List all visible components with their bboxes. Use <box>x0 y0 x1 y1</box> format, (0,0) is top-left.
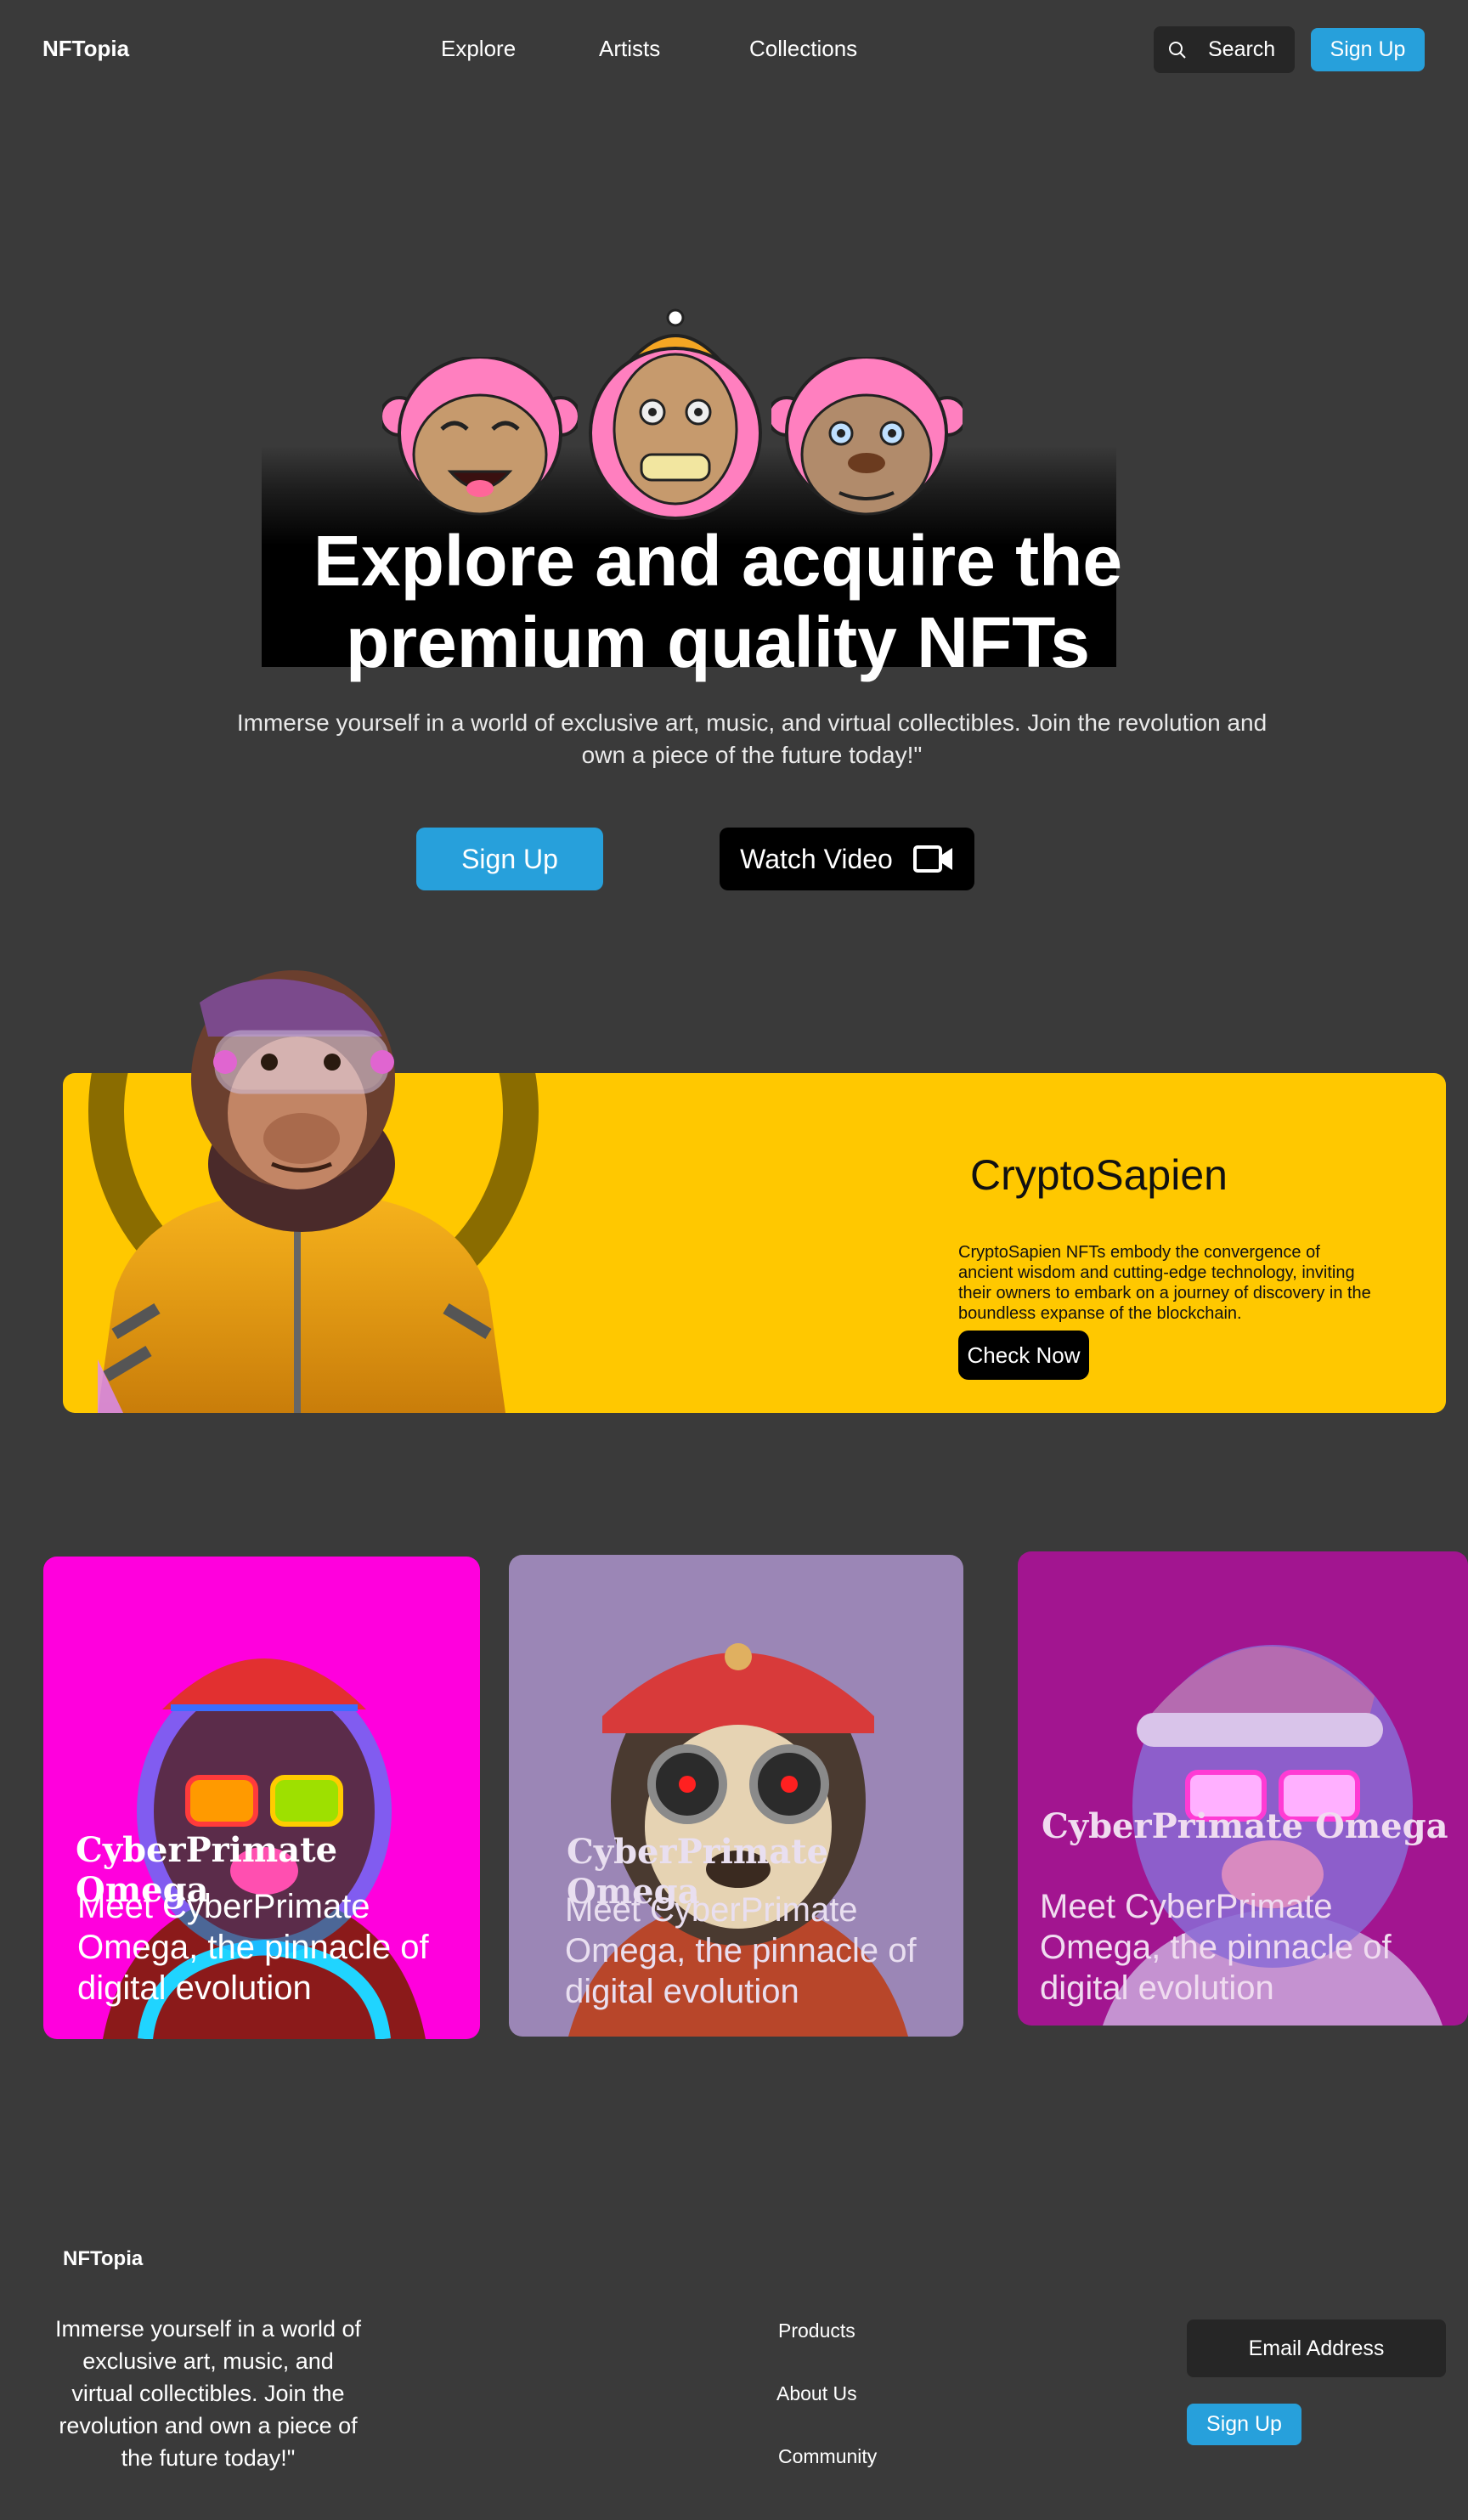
footer-logo[interactable]: NFTopia <box>63 2247 143 2271</box>
nft-card-1[interactable]: CyberPrimate Omega Meet CyberPrimate Ome… <box>43 1557 480 2039</box>
nav-link-collections[interactable]: Collections <box>749 36 857 62</box>
footer-text: Immerse yourself in a world of exclusive… <box>54 2316 362 2471</box>
hero-title: Explore and acquire the premium quality … <box>255 520 1181 683</box>
monkey-grinning-image <box>589 308 762 520</box>
card-title: CyberPrimate Omega <box>1042 1806 1448 1846</box>
nav-signup-button[interactable]: Sign Up <box>1311 28 1425 71</box>
nft-card-2[interactable]: CyberPrimate Omega Meet CyberPrimate Ome… <box>509 1555 963 2037</box>
footer-link-products[interactable]: Products <box>778 2319 855 2342</box>
watch-video-button[interactable]: Watch Video <box>720 828 974 890</box>
watch-video-label: Watch Video <box>740 843 893 874</box>
email-field[interactable]: Email Address <box>1187 2319 1446 2377</box>
video-camera-icon <box>912 845 952 873</box>
check-now-button[interactable]: Check Now <box>958 1331 1089 1380</box>
feature-description: CryptoSapien NFTs embody the convergence… <box>958 1243 1371 1323</box>
search-icon <box>1169 41 1186 59</box>
search-button[interactable]: Search <box>1154 26 1295 73</box>
cryptosapien-ape-image <box>98 970 505 1413</box>
hero-signup-button[interactable]: Sign Up <box>416 828 603 890</box>
nft-card-3[interactable]: CyberPrimate Omega Meet CyberPrimate Ome… <box>1018 1551 1468 2026</box>
monkey-laughing-image <box>382 357 578 516</box>
hero-subtitle: Immerse yourself in a world of exclusive… <box>236 709 1268 768</box>
footer-link-community[interactable]: Community <box>778 2445 877 2468</box>
card-description: Meet CyberPrimate Omega, the pinnacle of… <box>1040 1888 1392 2007</box>
monkey-staring-image <box>771 357 963 516</box>
card-description: Meet CyberPrimate Omega, the pinnacle of… <box>77 1888 429 2007</box>
hero-title-line-1: Explore and acquire the <box>313 521 1123 601</box>
footer-link-about-us[interactable]: About Us <box>776 2382 857 2405</box>
nav-link-explore[interactable]: Explore <box>441 36 516 62</box>
site-logo[interactable]: NFTopia <box>42 36 129 62</box>
card-description: Meet CyberPrimate Omega, the pinnacle of… <box>565 1891 917 2010</box>
footer-signup-button[interactable]: Sign Up <box>1187 2404 1301 2445</box>
feature-title: CryptoSapien <box>970 1151 1228 1199</box>
hero-title-line-2: premium quality NFTs <box>346 602 1090 682</box>
nav-link-artists[interactable]: Artists <box>599 36 660 62</box>
search-label: Search <box>1208 37 1276 61</box>
